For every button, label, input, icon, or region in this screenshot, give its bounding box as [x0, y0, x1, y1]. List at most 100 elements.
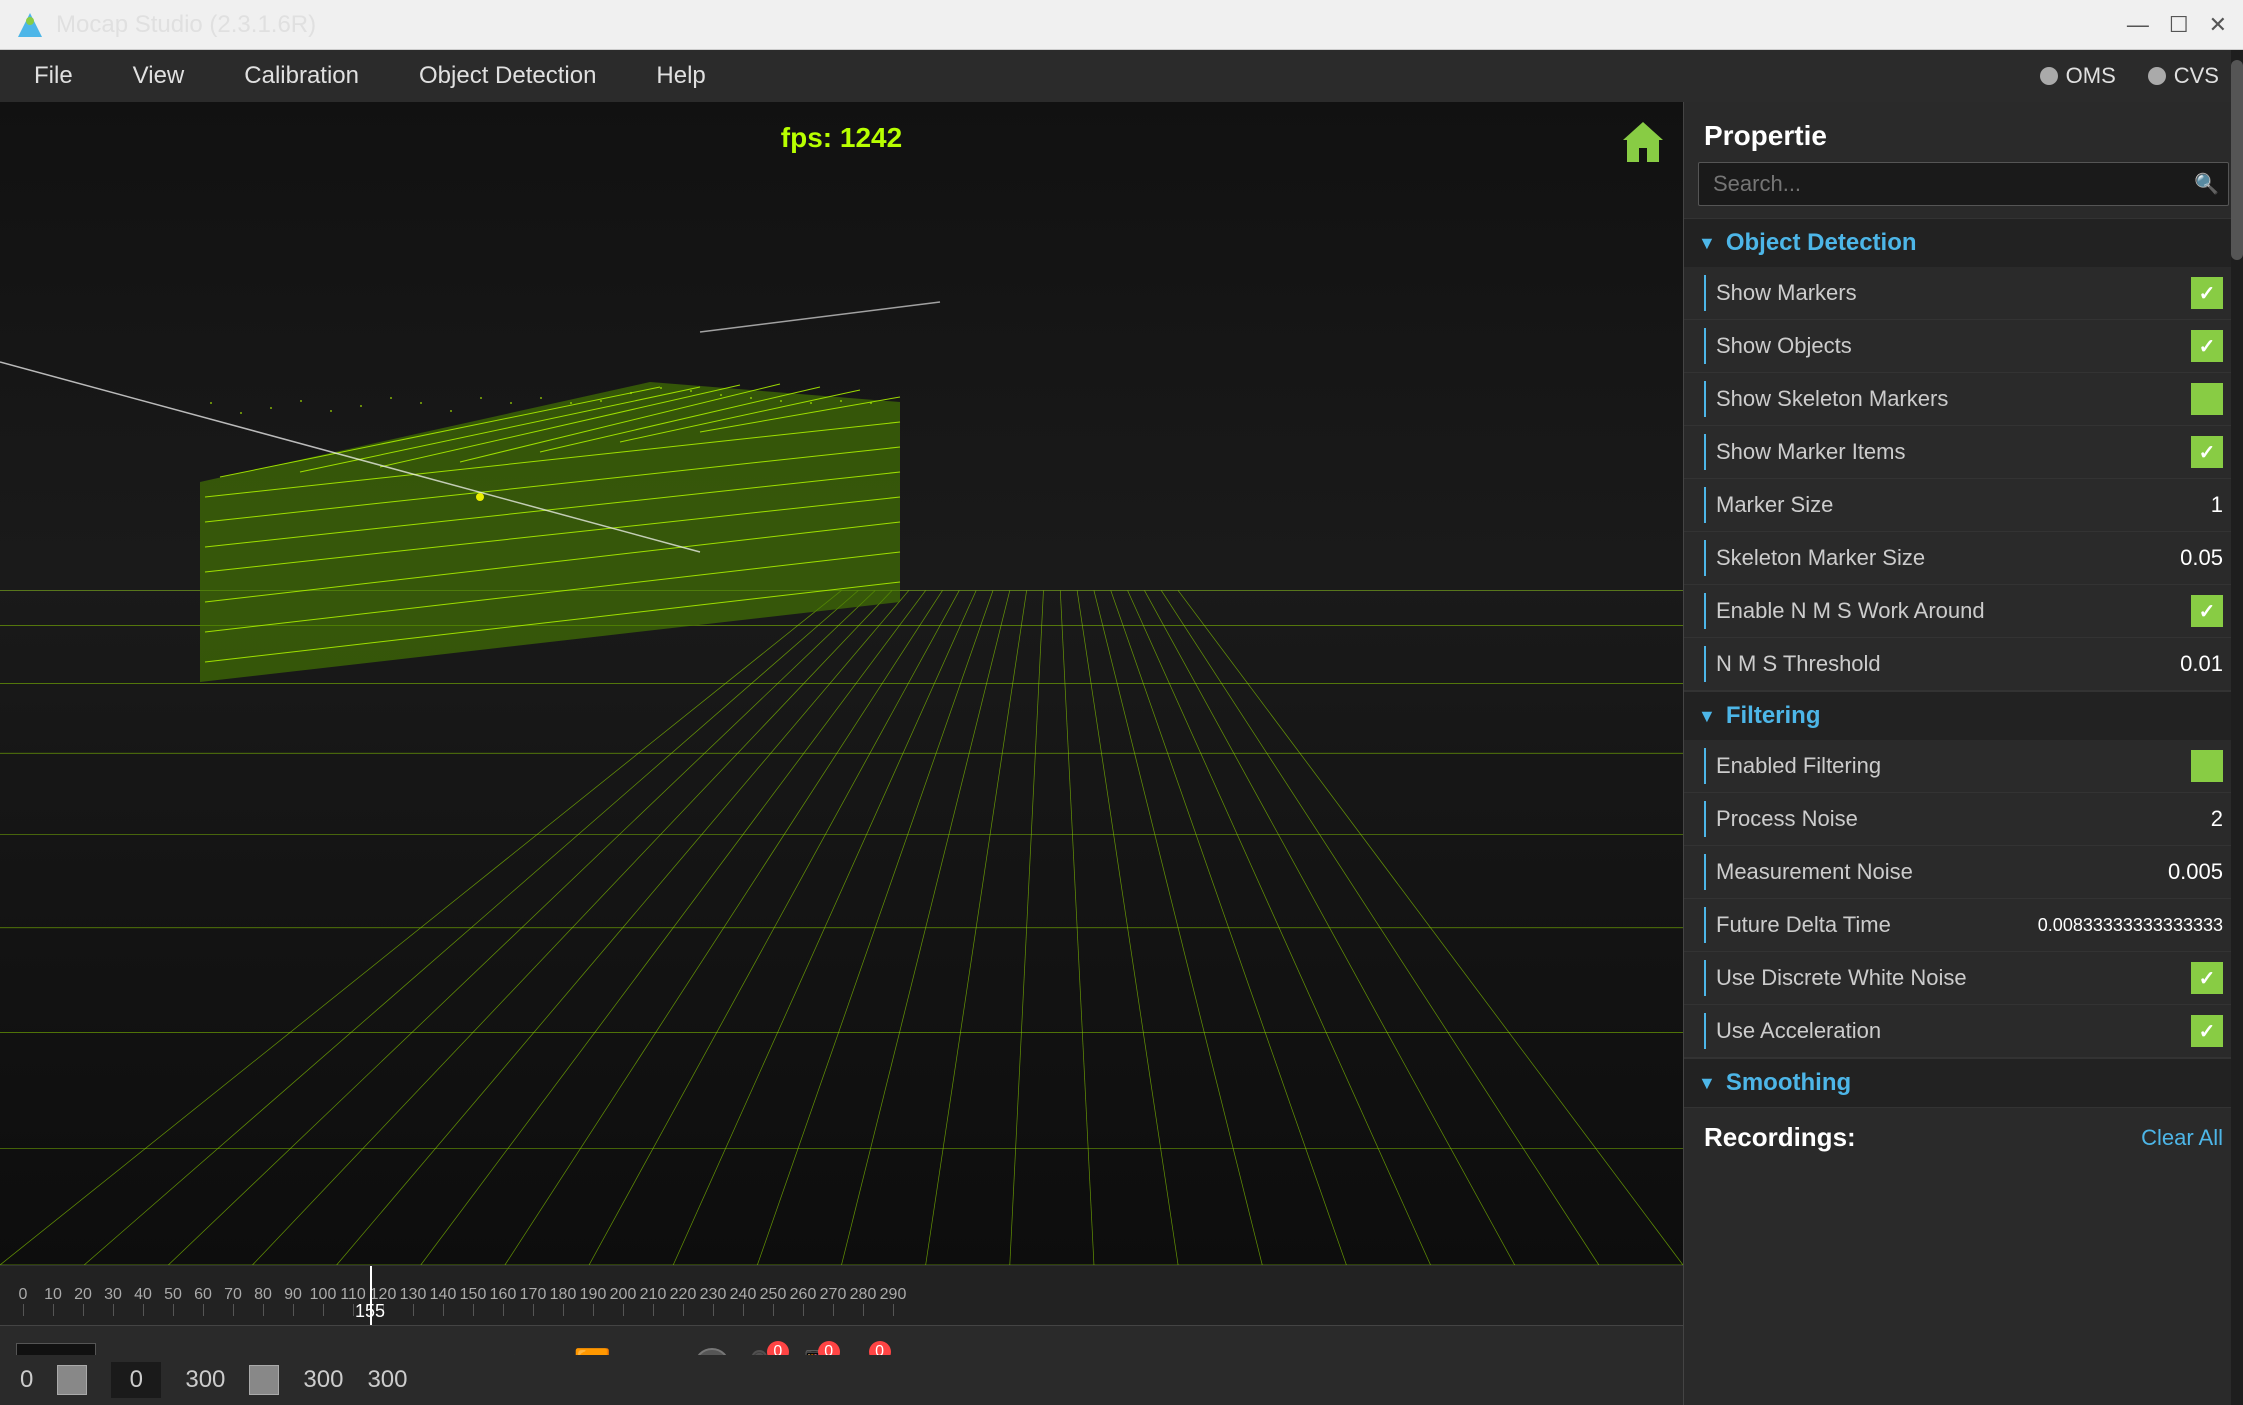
- prop-val-marker-size[interactable]: 1: [2143, 492, 2223, 518]
- oms-dot: [2040, 67, 2058, 85]
- status-val-1: 0: [20, 1366, 33, 1394]
- prop-name-nms-threshold: N M S Threshold: [1716, 651, 2143, 677]
- menu-calibration[interactable]: Calibration: [234, 56, 369, 96]
- minimize-button[interactable]: —: [2127, 12, 2149, 38]
- prop-use-discrete-white-noise: Use Discrete White Noise ✓: [1684, 952, 2243, 1005]
- divider: [1704, 381, 1706, 417]
- checkbox-enabled-filtering[interactable]: [2191, 750, 2223, 782]
- search-icon: 🔍: [2194, 172, 2219, 197]
- divider: [1704, 328, 1706, 364]
- timeline-tick: 220: [668, 1286, 698, 1316]
- home-icon[interactable]: [1619, 118, 1667, 166]
- timeline-tick: 190: [578, 1286, 608, 1316]
- prop-name-use-discrete-white-noise: Use Discrete White Noise: [1716, 965, 2191, 991]
- app-icon: [16, 11, 44, 39]
- viewport-grid: [0, 102, 1683, 1265]
- oms-indicator: OMS: [2040, 63, 2116, 89]
- prop-name-use-acceleration: Use Acceleration: [1716, 1018, 2191, 1044]
- timeline-tick: 50: [158, 1286, 188, 1316]
- clear-all-button[interactable]: Clear All: [2141, 1125, 2223, 1151]
- timeline[interactable]: 0102030405060708090100110120130140150160…: [0, 1265, 1683, 1325]
- divider: [1704, 801, 1706, 837]
- prop-name-enabled-filtering: Enabled Filtering: [1716, 753, 2191, 779]
- timeline-tick: 250: [758, 1286, 788, 1316]
- search-input[interactable]: [1698, 162, 2229, 206]
- checkbox-show-skeleton-markers[interactable]: [2191, 383, 2223, 415]
- timeline-tick: 140: [428, 1286, 458, 1316]
- checkbox-enable-nms[interactable]: ✓: [2191, 595, 2223, 627]
- divider: [1704, 748, 1706, 784]
- timeline-tick: 180: [548, 1286, 578, 1316]
- timeline-tick: 80: [248, 1286, 278, 1316]
- timeline-tick: 70: [218, 1286, 248, 1316]
- divider: [1704, 487, 1706, 523]
- prop-name-show-objects: Show Objects: [1716, 333, 2191, 359]
- timeline-tick: 200: [608, 1286, 638, 1316]
- prop-nms-threshold: N M S Threshold 0.01: [1684, 638, 2243, 691]
- prop-measurement-noise: Measurement Noise 0.005: [1684, 846, 2243, 899]
- prop-name-skeleton-marker-size: Skeleton Marker Size: [1716, 545, 2143, 571]
- status-val-5: 300: [367, 1366, 407, 1394]
- close-button[interactable]: ✕: [2209, 12, 2227, 38]
- scrollbar-thumb[interactable]: [2231, 102, 2243, 260]
- timeline-tick: 170: [518, 1286, 548, 1316]
- checkbox-use-discrete-white-noise[interactable]: ✓: [2191, 962, 2223, 994]
- prop-enabled-filtering: Enabled Filtering: [1684, 740, 2243, 793]
- divider: [1704, 593, 1706, 629]
- app-title: Mocap Studio (2.3.1.6R): [56, 11, 316, 39]
- menu-help[interactable]: Help: [646, 56, 715, 96]
- divider: [1704, 275, 1706, 311]
- status-square: [57, 1365, 87, 1395]
- filtering-arrow-icon: ▼: [1698, 706, 1716, 727]
- viewport[interactable]: fps: 1242: [0, 102, 1683, 1405]
- prop-val-future-delta-time[interactable]: 0.00833333333333333: [2038, 915, 2223, 936]
- status-square-2: [249, 1365, 279, 1395]
- timeline-tick: 150: [458, 1286, 488, 1316]
- timeline-tick: 160: [488, 1286, 518, 1316]
- maximize-button[interactable]: ☐: [2169, 12, 2189, 38]
- status-val-2: 0: [111, 1362, 161, 1398]
- timeline-tick: 230: [698, 1286, 728, 1316]
- prop-show-markers: Show Markers ✓: [1684, 267, 2243, 320]
- prop-name-measurement-noise: Measurement Noise: [1716, 859, 2143, 885]
- prop-name-show-marker-items: Show Marker Items: [1716, 439, 2191, 465]
- checkbox-show-markers[interactable]: ✓: [2191, 277, 2223, 309]
- prop-val-process-noise[interactable]: 2: [2143, 806, 2223, 832]
- timeline-tick: 90: [278, 1286, 308, 1316]
- filtering-label: Filtering: [1726, 702, 1821, 730]
- status-val-4: 300: [303, 1366, 343, 1394]
- timeline-tick: 10: [38, 1286, 68, 1316]
- timeline-ruler[interactable]: 0102030405060708090100110120130140150160…: [0, 1266, 1683, 1326]
- panel-title: Propertie: [1684, 102, 2243, 162]
- prop-val-skeleton-marker-size[interactable]: 0.05: [2143, 545, 2223, 571]
- scrollbar-track[interactable]: [2231, 102, 2243, 1405]
- prop-name-marker-size: Marker Size: [1716, 492, 2143, 518]
- prop-val-nms-threshold[interactable]: 0.01: [2143, 651, 2223, 677]
- search-box: 🔍: [1698, 162, 2229, 206]
- timeline-tick: 30: [98, 1286, 128, 1316]
- section-smoothing[interactable]: ▼ Smoothing: [1684, 1058, 2243, 1107]
- section-filtering[interactable]: ▼ Filtering: [1684, 691, 2243, 740]
- section-label: Object Detection: [1726, 229, 1917, 257]
- menu-object-detection[interactable]: Object Detection: [409, 56, 606, 96]
- checkbox-show-objects[interactable]: ✓: [2191, 330, 2223, 362]
- checkbox-show-marker-items[interactable]: ✓: [2191, 436, 2223, 468]
- prop-show-marker-items: Show Marker Items ✓: [1684, 426, 2243, 479]
- prop-name-future-delta-time: Future Delta Time: [1716, 912, 2038, 938]
- timeline-tick: 20: [68, 1286, 98, 1316]
- prop-val-measurement-noise[interactable]: 0.005: [2143, 859, 2223, 885]
- checkbox-use-acceleration[interactable]: ✓: [2191, 1015, 2223, 1047]
- timeline-tick: 210: [638, 1286, 668, 1316]
- timeline-tick: 130: [398, 1286, 428, 1316]
- prop-future-delta-time: Future Delta Time 0.00833333333333333: [1684, 899, 2243, 952]
- prop-use-acceleration: Use Acceleration ✓: [1684, 1005, 2243, 1058]
- section-object-detection[interactable]: ▼ Object Detection: [1684, 218, 2243, 267]
- prop-marker-size: Marker Size 1: [1684, 479, 2243, 532]
- divider: [1704, 540, 1706, 576]
- menu-view[interactable]: View: [123, 56, 195, 96]
- prop-show-objects: Show Objects ✓: [1684, 320, 2243, 373]
- menu-file[interactable]: File: [24, 56, 83, 96]
- prop-enable-nms: Enable N M S Work Around ✓: [1684, 585, 2243, 638]
- prop-name-show-skeleton-markers: Show Skeleton Markers: [1716, 386, 2191, 412]
- timeline-tick: 240: [728, 1286, 758, 1316]
